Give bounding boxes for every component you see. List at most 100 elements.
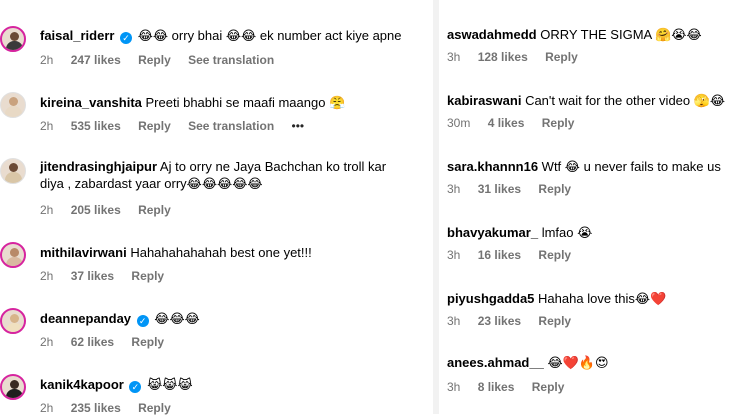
likes-count[interactable]: 23 likes [478,314,521,328]
reply-button[interactable]: Reply [138,119,171,133]
avatar[interactable] [0,92,26,118]
likes-count[interactable]: 62 likes [71,335,114,349]
timestamp: 2h [40,119,54,133]
timestamp: 2h [40,335,54,349]
comment-item: faisal_riderr ✓ 😂😂 orry bhai 😂😂 ek numbe… [0,22,430,72]
avatar[interactable] [0,26,26,52]
comment-text: Preeti bhabhi se maafi maango 😤 [145,95,346,110]
username[interactable]: piyushgadda5 [447,291,534,306]
timestamp: 3h [447,248,461,262]
verified-badge-icon: ✓ [136,315,149,327]
comment-line: kabiraswani Can't wait for the other vid… [447,92,725,109]
reply-button[interactable]: Reply [538,182,571,196]
likes-count[interactable]: 205 likes [71,203,121,217]
comment-text: ORRY THE SIGMA 🤗😭😂 [540,27,702,42]
timestamp: 30m [447,116,471,130]
comment-meta: 3h 23 likes Reply [447,314,585,329]
avatar[interactable] [0,242,26,268]
comment-line: sara.khannn16 Wtf 😂 u never fails to mak… [447,158,721,175]
reply-button[interactable]: Reply [532,380,565,394]
comment-text: 😂😂 orry bhai 😂😂 ek number act kiye apne [137,28,402,43]
username[interactable]: jitendrasinghjaipur [40,159,157,174]
comment-meta: 2h 535 likes Reply See translation ••• [40,119,318,134]
reply-button[interactable]: Reply [538,314,571,328]
username[interactable]: sara.khannn16 [447,159,538,174]
username[interactable]: faisal_riderr [40,28,114,43]
comment-item: anees.ahmad__ 😂❤️🔥😍 3h 8 likes Reply [443,352,736,402]
username[interactable]: deannepanday [40,311,131,326]
likes-count[interactable]: 535 likes [71,119,121,133]
more-options-icon[interactable]: ••• [292,119,305,133]
username[interactable]: aswadahmedd [447,27,537,42]
username[interactable]: mithilavirwani [40,245,127,260]
likes-count[interactable]: 4 likes [488,116,525,130]
comment-item: aswadahmedd ORRY THE SIGMA 🤗😭😂 3h 128 li… [443,22,736,72]
reply-button[interactable]: Reply [138,203,171,217]
comment-meta: 3h 31 likes Reply [447,182,585,197]
comment-line: anees.ahmad__ 😂❤️🔥😍 [447,354,609,371]
column-divider [433,0,439,414]
comment-meta: 3h 128 likes Reply [447,50,592,65]
verified-badge-icon: ✓ [129,381,142,393]
username[interactable]: kanik4kapoor [40,377,124,392]
comment-line: kanik4kapoor ✓ 😹😹😹 [40,376,193,393]
reply-button[interactable]: Reply [138,401,171,415]
comment-line: bhavyakumar_ lmfao 😭 [447,224,592,241]
timestamp: 3h [447,50,461,64]
comment-text: Hahaha love this😂❤️ [538,291,667,306]
avatar[interactable] [0,374,26,400]
comment-item: kireina_vanshita Preeti bhabhi se maafi … [0,88,430,138]
comment-line: jitendrasinghjaipur Aj to orry ne Jaya B… [40,158,410,192]
comment-meta: 2h 247 likes Reply See translation [40,53,288,68]
comment-item: bhavyakumar_ lmfao 😭 3h 16 likes Reply [443,220,736,270]
avatar[interactable] [0,158,26,184]
verified-badge-icon: ✓ [120,32,133,44]
timestamp: 2h [40,269,54,283]
comment-text: 😂❤️🔥😍 [547,355,609,370]
comment-meta: 3h 16 likes Reply [447,248,585,263]
reply-button[interactable]: Reply [131,269,164,283]
likes-count[interactable]: 16 likes [478,248,521,262]
timestamp: 3h [447,182,461,196]
comment-line: kireina_vanshita Preeti bhabhi se maafi … [40,94,345,111]
comment-text: lmfao 😭 [541,225,593,240]
likes-count[interactable]: 235 likes [71,401,121,415]
comment-item: deannepanday ✓ 😂😂😂 2h 62 likes Reply [0,304,430,354]
comment-meta: 30m 4 likes Reply [447,116,588,131]
likes-count[interactable]: 8 likes [478,380,515,394]
avatar[interactable] [0,308,26,334]
reply-button[interactable]: Reply [538,248,571,262]
comments-column-left: faisal_riderr ✓ 😂😂 orry bhai 😂😂 ek numbe… [0,0,430,415]
reply-button[interactable]: Reply [545,50,578,64]
username[interactable]: kireina_vanshita [40,95,142,110]
reply-button[interactable]: Reply [138,53,171,67]
likes-count[interactable]: 128 likes [478,50,528,64]
likes-count[interactable]: 37 likes [71,269,114,283]
reply-button[interactable]: Reply [131,335,164,349]
username[interactable]: bhavyakumar_ [447,225,538,240]
username[interactable]: anees.ahmad__ [447,355,544,370]
likes-count[interactable]: 247 likes [71,53,121,67]
comment-meta: 3h 8 likes Reply [447,380,578,395]
see-translation-link[interactable]: See translation [188,119,274,133]
comment-text: Can't wait for the other video 🫣😂 [525,93,726,108]
comment-text: 😹😹😹 [147,377,193,392]
comment-meta: 2h 205 likes Reply [40,203,185,218]
timestamp: 3h [447,314,461,328]
likes-count[interactable]: 31 likes [478,182,521,196]
comment-item: piyushgadda5 Hahaha love this😂❤️ 3h 23 l… [443,286,736,336]
comment-text: 😂😂😂 [154,311,200,326]
comment-line: piyushgadda5 Hahaha love this😂❤️ [447,290,666,307]
see-translation-link[interactable]: See translation [188,53,274,67]
timestamp: 2h [40,53,54,67]
timestamp: 2h [40,203,54,217]
reply-button[interactable]: Reply [542,116,575,130]
username[interactable]: kabiraswani [447,93,521,108]
timestamp: 3h [447,380,461,394]
comment-item: kanik4kapoor ✓ 😹😹😹 2h 235 likes Reply [0,370,430,415]
timestamp: 2h [40,401,54,415]
comment-item: mithilavirwani Hahahahahahah best one ye… [0,238,430,288]
comment-item: kabiraswani Can't wait for the other vid… [443,88,736,138]
comment-meta: 2h 37 likes Reply [40,269,178,284]
comment-line: aswadahmedd ORRY THE SIGMA 🤗😭😂 [447,26,702,43]
